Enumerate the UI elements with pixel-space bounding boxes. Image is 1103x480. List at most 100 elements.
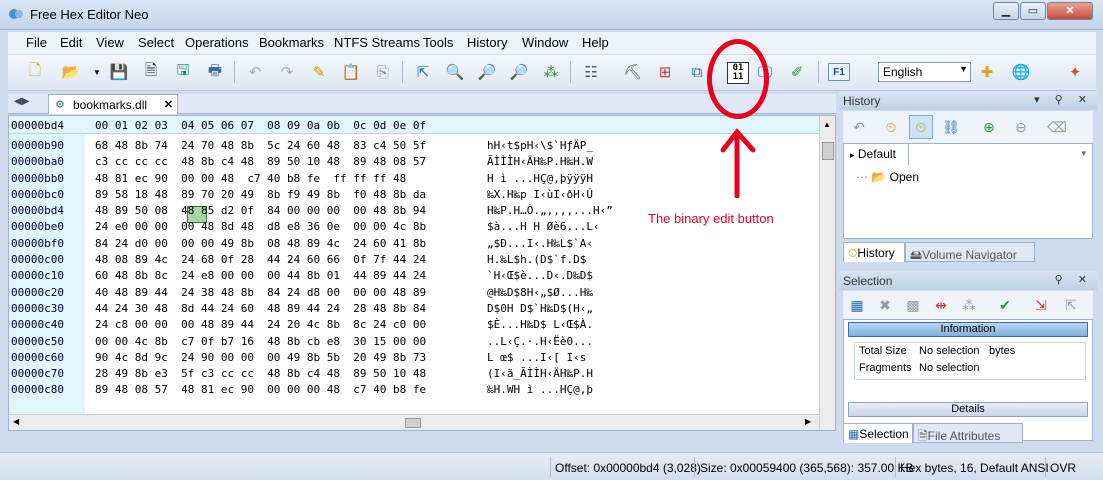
copy-icon[interactable]: ⎘: [370, 59, 396, 85]
menu-tools[interactable]: Tools: [423, 35, 453, 50]
history-snapshot-icon[interactable]: ⏲: [879, 115, 903, 139]
structure-icon[interactable]: ⊞: [652, 59, 678, 85]
ansi-row[interactable]: L œ$ ...I‹[ I‹s: [487, 350, 613, 366]
select-import-icon[interactable]: ⇱: [1059, 293, 1083, 317]
new-file-icon[interactable]: 🗋: [22, 59, 48, 85]
vertical-scrollbar[interactable]: ▲: [819, 116, 835, 430]
ansi-row[interactable]: H ì ...HÇ@,þÿÿÿH: [487, 171, 613, 187]
hex-row[interactable]: 40 48 89 44 24 38 48 8b 84 24 d8 00 00 0…: [95, 285, 426, 301]
scroll-up-icon[interactable]: ▲: [823, 120, 831, 129]
ansi-row[interactable]: `H‹Œ$è...D‹.D‰D$: [487, 268, 613, 284]
select-clear-icon[interactable]: ✖: [873, 293, 897, 317]
history-clear-icon[interactable]: ⌫: [1045, 115, 1069, 139]
tab-volume-navigator[interactable]: 🖴Volume Navigator: [905, 242, 1035, 262]
menu-select[interactable]: Select: [138, 35, 174, 50]
select-grid-icon[interactable]: ▩: [901, 293, 925, 317]
scroll-thumb[interactable]: [822, 142, 834, 160]
fill-icon[interactable]: ⛏: [620, 59, 646, 85]
ansi-row[interactable]: ‰H.WH ì ...HÇ@,þ: [487, 382, 613, 398]
save-icon[interactable]: 💾: [106, 59, 132, 85]
select-multi-icon[interactable]: ⁂: [957, 293, 981, 317]
close-button[interactable]: ✕: [1047, 2, 1093, 20]
menu-ntfs-streams[interactable]: NTFS Streams: [334, 35, 420, 50]
chevron-down-icon[interactable]: ▾: [1081, 148, 1086, 159]
print-icon[interactable]: 🖶: [202, 59, 228, 85]
paste-icon[interactable]: 📋: [338, 59, 364, 85]
ansi-row[interactable]: (I‹ã_ÃÌÌH‹ÄH‰P.H: [487, 366, 613, 382]
find-next-icon[interactable]: 🔎: [474, 59, 500, 85]
history-tree-icon[interactable]: ⏲: [909, 115, 933, 139]
hex-row[interactable]: 89 58 18 48 89 70 20 49 8b f9 49 8b f0 4…: [95, 187, 426, 203]
minimize-button[interactable]: ▁: [993, 2, 1019, 20]
panel-pin-close-icon[interactable]: ▾ ⚲ ✕: [1034, 93, 1093, 106]
ansi-row[interactable]: ‰X.H‰p I‹ùI‹ðH‹Ú: [487, 187, 613, 203]
select-range-icon[interactable]: ⇹: [929, 293, 953, 317]
save-as-icon[interactable]: 🗎: [138, 59, 164, 85]
menu-bookmarks[interactable]: Bookmarks: [259, 35, 324, 50]
open-folder-icon[interactable]: 📂: [58, 59, 84, 85]
maximize-button[interactable]: ▭: [1020, 2, 1046, 20]
scroll-left-icon[interactable]: ◀: [13, 417, 19, 426]
save-all-icon[interactable]: 🖫: [170, 59, 196, 85]
ansi-row[interactable]: $à...H H Øè6...L‹: [487, 219, 613, 235]
history-remove-icon[interactable]: ⊖: [1009, 115, 1033, 139]
hex-row[interactable]: 44 24 30 48 8d 44 24 60 48 89 44 24 28 4…: [95, 301, 426, 317]
tab-file-attributes[interactable]: 🗎File Attributes: [913, 423, 1023, 443]
hex-row[interactable]: 84 24 d0 00 00 00 49 8b 08 48 89 4c 24 6…: [95, 236, 426, 252]
hscroll-thumb[interactable]: [405, 418, 421, 428]
hex-row[interactable]: 48 08 89 4c 24 68 0f 28 44 24 60 66 0f 7…: [95, 252, 426, 268]
information-header[interactable]: Information: [848, 322, 1088, 337]
ansi-text-area[interactable]: hH‹t$pH‹\$`HƒÄP_ ÃÌÌÌH‹ÄH‰P.H‰H.W H ì ...H…: [487, 138, 613, 399]
ansi-row[interactable]: „$Ð...I‹.H‰L$`A‹: [487, 236, 613, 252]
history-undo-icon[interactable]: ↶: [847, 115, 871, 139]
ansi-row[interactable]: H.‰L$h.(D$`f.D$: [487, 252, 613, 268]
highlight-icon[interactable]: ✐: [784, 59, 810, 85]
hex-row[interactable]: 89 48 08 57 48 81 ec 90 00 00 00 48 c7 4…: [95, 382, 426, 398]
ansi-row[interactable]: ..L‹Ç.·.H‹Ëè0...: [487, 334, 613, 350]
tab-history[interactable]: ⏲History: [843, 242, 905, 262]
panel-pin-close-icon[interactable]: ⚲ ✕: [1055, 273, 1093, 286]
tab-selection[interactable]: ▦Selection: [843, 423, 913, 443]
hex-row[interactable]: 48 81 ec 90 00 00 48 c7 40 b8 fe ff ff f…: [95, 171, 426, 187]
menu-history[interactable]: History: [467, 35, 507, 50]
menu-file[interactable]: File: [26, 35, 47, 50]
tab-nav-arrows-icon[interactable]: ◀▶: [14, 96, 29, 107]
find-icon[interactable]: 🔍: [442, 59, 468, 85]
ansi-row[interactable]: $È...H‰D$ L‹Œ$À.: [487, 317, 613, 333]
hex-row[interactable]: 28 49 8b e3 5f c3 cc cc 48 8b c4 48 89 5…: [95, 366, 426, 382]
plugin-add-icon[interactable]: ✚: [974, 59, 1000, 85]
history-branch-icon[interactable]: ⛓: [939, 115, 963, 139]
tab-bookmarks-dll[interactable]: ⚙ bookmarks.dll ✕: [48, 94, 178, 114]
history-item-open[interactable]: ⋯ 📂 Open: [856, 170, 919, 184]
hex-row[interactable]: 68 48 8b 74 24 70 48 8b 5c 24 60 48 83 c…: [95, 138, 426, 154]
tab-close-icon[interactable]: ✕: [164, 98, 173, 111]
hex-bytes-area[interactable]: 68 48 8b 74 24 70 48 8b 5c 24 60 48 83 c…: [95, 138, 426, 399]
history-add-icon[interactable]: ⊕: [977, 115, 1001, 139]
about-icon[interactable]: ✦: [1062, 59, 1088, 85]
ansi-row[interactable]: @H‰D$8H‹„$Ø...H‰: [487, 285, 613, 301]
globe-add-icon[interactable]: 🌐: [1008, 59, 1034, 85]
horizontal-scrollbar[interactable]: ◀ ▶: [9, 414, 819, 430]
select-block-icon[interactable]: ▦: [845, 293, 869, 317]
history-default-tab[interactable]: ▸ Default: [843, 143, 909, 165]
select-export-icon[interactable]: ⇲: [1029, 293, 1053, 317]
details-header[interactable]: Details: [848, 402, 1088, 417]
edit-icon[interactable]: ✎: [306, 59, 332, 85]
select-check-icon[interactable]: ✔: [993, 293, 1017, 317]
hex-row[interactable]: 90 4c 8d 9c 24 90 00 00 00 49 8b 5b 20 4…: [95, 350, 426, 366]
undo-icon[interactable]: ↶: [242, 59, 268, 85]
language-select[interactable]: English ▼: [878, 62, 971, 82]
pattern-icon[interactable]: ⁂: [538, 59, 564, 85]
ansi-row[interactable]: H‰P.H…Ò.„,,,,...H‹”: [487, 203, 613, 219]
hex-row[interactable]: c3 cc cc cc 48 8b c4 48 89 50 10 48 89 4…: [95, 154, 426, 170]
ansi-row[interactable]: ÃÌÌÌH‹ÄH‰P.H‰H.W: [487, 154, 613, 170]
hex-row[interactable]: 00 00 4c 8b c7 0f b7 16 48 8b cb e8 30 1…: [95, 334, 426, 350]
hex-row[interactable]: 24 c8 00 00 00 48 89 44 24 20 4c 8b 8c 2…: [95, 317, 426, 333]
ansi-row[interactable]: hH‹t$pH‹\$`HƒÄP_: [487, 138, 613, 154]
hex-editor-panel[interactable]: 00000bd4 00 01 02 03 04 05 06 07 08 09 0…: [8, 115, 836, 431]
ansi-row[interactable]: D$0H D$`H‰D$(H‹„: [487, 301, 613, 317]
menu-operations[interactable]: Operations: [185, 35, 249, 50]
help-f1-button[interactable]: F1: [828, 63, 850, 81]
goto-icon[interactable]: ⇱: [410, 59, 436, 85]
menu-help[interactable]: Help: [582, 35, 609, 50]
